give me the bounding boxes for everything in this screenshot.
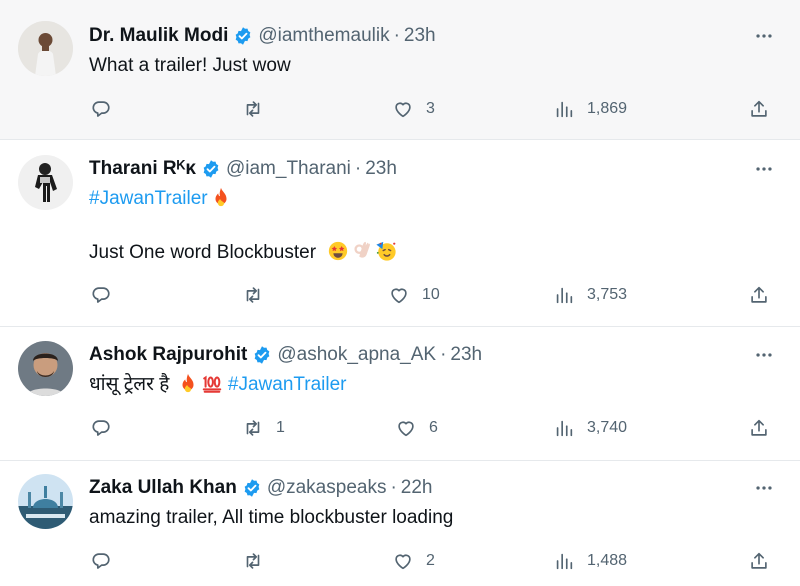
fire-emoji-icon — [210, 186, 232, 208]
share-button[interactable] — [748, 97, 770, 121]
like-count: 3 — [426, 100, 435, 117]
display-name[interactable]: Dr. Maulik Modi — [89, 25, 228, 47]
views-button[interactable]: 3,753 — [553, 283, 627, 307]
share-button[interactable] — [748, 283, 770, 307]
timestamp[interactable]: 23h — [450, 344, 482, 366]
views-count: 1,869 — [587, 100, 628, 117]
tweet-text: #JawanTrailer — [89, 186, 232, 211]
verified-badge-icon — [252, 345, 272, 365]
separator-dot: · — [393, 25, 400, 46]
tweet-header: Tharani Rᴷᴋ @iam_Tharani · 23h — [89, 157, 397, 181]
verified-badge-icon — [233, 26, 253, 46]
like-icon — [388, 284, 410, 306]
tweet-text: amazing trailer, All time blockbuster lo… — [89, 507, 454, 528]
retweet-button[interactable] — [242, 97, 264, 121]
more-icon[interactable] — [752, 343, 776, 367]
reply-button[interactable] — [90, 549, 112, 573]
tweet-text: Just One word Blockbuster — [89, 240, 397, 265]
reply-button[interactable] — [90, 97, 112, 121]
avatar[interactable] — [18, 155, 73, 210]
username[interactable]: @iamthemaulik — [258, 25, 389, 47]
username[interactable]: @iam_Tharani — [226, 158, 351, 180]
display-name[interactable]: Zaka Ullah Khan — [89, 477, 237, 499]
display-name[interactable]: Tharani Rᴷᴋ — [89, 158, 196, 180]
views-icon — [553, 284, 575, 306]
verified-badge-icon — [201, 159, 221, 179]
reply-icon — [90, 417, 112, 439]
like-button[interactable]: 2 — [392, 549, 435, 573]
views-count: 1,488 — [587, 552, 628, 569]
display-name[interactable]: Ashok Rajpurohit — [89, 344, 247, 366]
views-count: 3,740 — [587, 419, 628, 436]
share-button[interactable] — [748, 549, 770, 573]
tweet-body: Just One word Blockbuster — [89, 242, 317, 263]
tweet-text: What a trailer! Just wow — [89, 55, 291, 76]
more-icon[interactable] — [752, 476, 776, 500]
separator-dot: · — [354, 158, 362, 179]
tweet-header: Zaka Ullah Khan @zakaspeaks · 22h — [89, 476, 432, 500]
share-button[interactable] — [748, 416, 770, 440]
avatar[interactable] — [18, 474, 73, 529]
like-button[interactable]: 3 — [392, 97, 435, 121]
star-struck-emoji-icon — [327, 240, 349, 262]
retweet-button[interactable]: 1 — [242, 416, 285, 440]
more-icon[interactable] — [752, 24, 776, 48]
username[interactable]: @zakaspeaks — [267, 477, 387, 499]
share-icon — [748, 98, 770, 120]
fire-emoji-icon — [177, 372, 199, 394]
views-icon — [553, 550, 575, 572]
hashtag-link[interactable]: #JawanTrailer — [89, 188, 208, 209]
like-button[interactable]: 10 — [388, 283, 440, 307]
retweet-icon — [242, 98, 264, 120]
views-icon — [553, 98, 575, 120]
hundred-points-emoji-icon — [201, 372, 223, 394]
partying-face-emoji-icon — [375, 240, 397, 262]
retweet-icon — [242, 284, 264, 306]
hashtag-link[interactable]: #JawanTrailer — [228, 374, 347, 395]
reply-button[interactable] — [90, 283, 112, 307]
views-button[interactable]: 1,869 — [553, 97, 627, 121]
reply-icon — [90, 98, 112, 120]
tweet-text: धांसू ट्रेलर है #JawanTrailer — [89, 372, 347, 397]
more-icon[interactable] — [752, 157, 776, 181]
tweet-header: Ashok Rajpurohit @ashok_apna_AK · 23h — [89, 343, 482, 367]
timestamp[interactable]: 23h — [404, 25, 436, 47]
views-button[interactable]: 3,740 — [553, 416, 627, 440]
retweet-count: 1 — [276, 419, 285, 436]
verified-badge-icon — [242, 478, 262, 498]
like-icon — [392, 550, 414, 572]
views-count: 3,753 — [587, 286, 628, 303]
reply-button[interactable] — [90, 416, 112, 440]
like-count: 2 — [426, 552, 435, 569]
reply-icon — [90, 550, 112, 572]
like-count: 6 — [429, 419, 438, 436]
timestamp[interactable]: 23h — [365, 158, 397, 180]
share-icon — [748, 550, 770, 572]
views-icon — [553, 417, 575, 439]
share-icon — [748, 417, 770, 439]
tweet-body: धांसू ट्रेलर है — [89, 374, 170, 395]
like-icon — [395, 417, 417, 439]
like-icon — [392, 98, 414, 120]
tweet-header: Dr. Maulik Modi @iamthemaulik · 23h — [89, 24, 436, 48]
reply-icon — [90, 284, 112, 306]
retweet-icon — [242, 550, 264, 572]
like-button[interactable]: 6 — [395, 416, 438, 440]
share-icon — [748, 284, 770, 306]
timestamp[interactable]: 22h — [401, 477, 433, 499]
username[interactable]: @ashok_apna_AK — [277, 344, 436, 366]
retweet-button[interactable] — [242, 283, 264, 307]
avatar[interactable] — [18, 341, 73, 396]
separator-dot: · — [390, 477, 397, 498]
separator-dot: · — [440, 344, 447, 365]
views-button[interactable]: 1,488 — [553, 549, 627, 573]
like-count: 10 — [422, 286, 440, 303]
retweet-icon — [242, 417, 264, 439]
ok-hand-emoji-icon — [351, 240, 373, 262]
avatar[interactable] — [18, 21, 73, 76]
retweet-button[interactable] — [242, 549, 264, 573]
